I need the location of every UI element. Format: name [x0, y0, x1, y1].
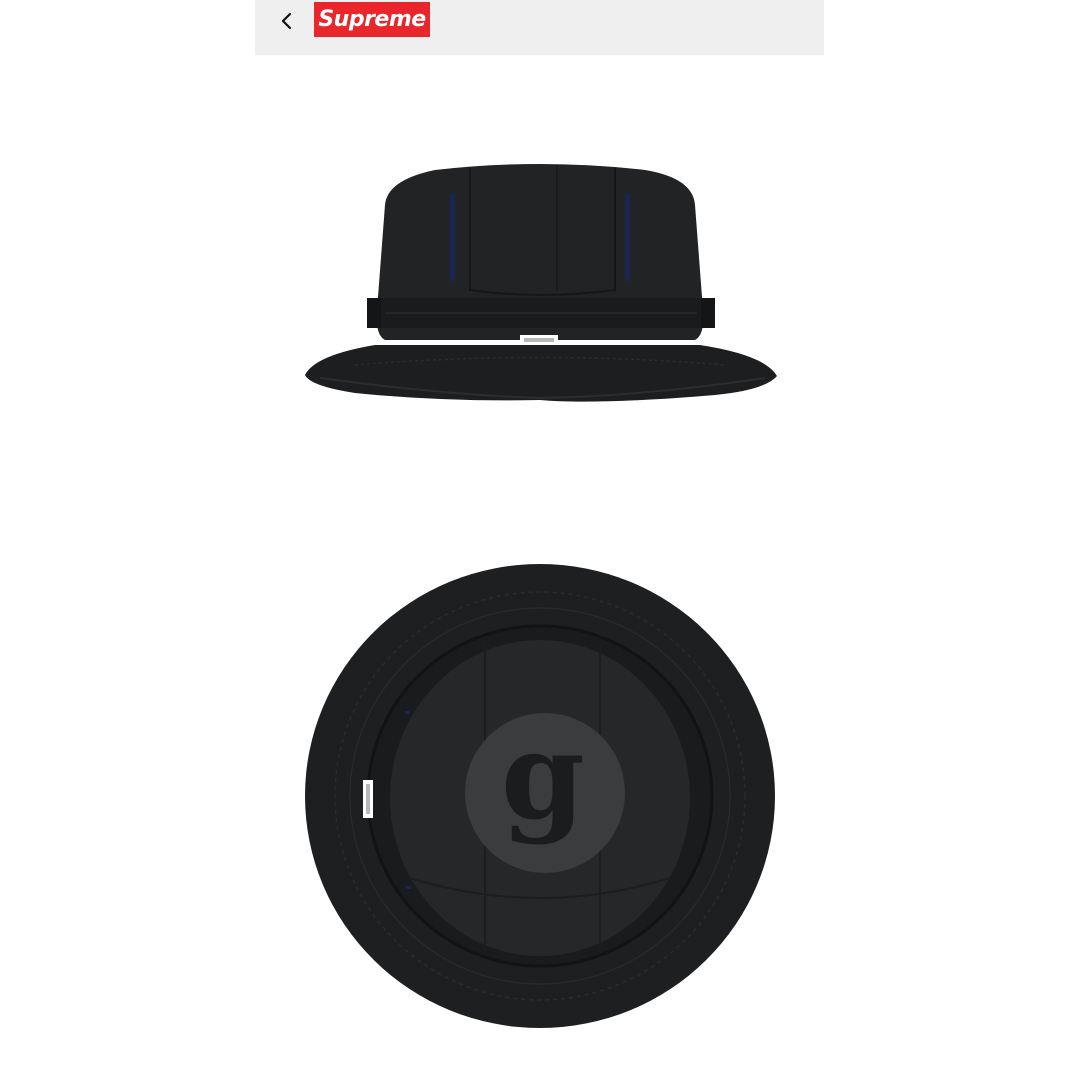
hat-brim: [305, 345, 777, 402]
top-bar: Supreme: [255, 0, 824, 55]
back-button[interactable]: [273, 8, 301, 36]
brand-logo[interactable]: Supreme: [314, 2, 430, 37]
product-image-side-view[interactable]: [295, 150, 785, 410]
vent-right: [625, 193, 630, 282]
brand-label: Supreme: [318, 7, 426, 32]
vent-left: [450, 193, 455, 282]
product-image-top-view[interactable]: g: [300, 548, 780, 1033]
chevron-left-icon: [281, 12, 292, 30]
emblem-letter: g: [501, 706, 585, 847]
